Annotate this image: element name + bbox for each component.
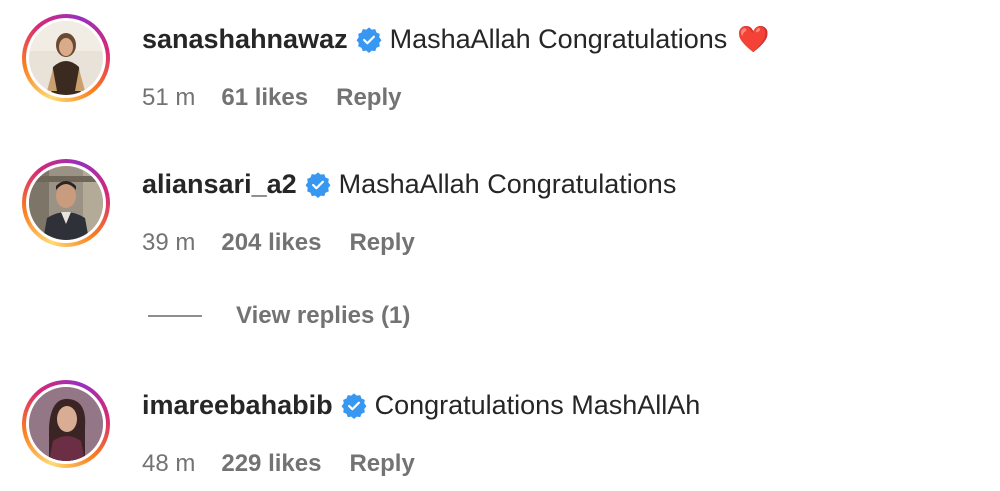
comment-meta: 51 m 61 likes Reply — [142, 84, 401, 112]
timestamp: 51 m — [142, 84, 196, 111]
view-replies-label: View replies (1) — [236, 302, 411, 329]
heart-emoji: ❤️ — [737, 24, 770, 54]
reply-button[interactable]: Reply — [349, 450, 414, 478]
comment-text: Congratulations MashAllAh — [374, 390, 701, 420]
username[interactable]: sanashahnawaz — [142, 24, 348, 55]
divider-line — [148, 315, 202, 317]
comment-meta: 39 m 204 likes Reply — [142, 229, 415, 257]
likes-count[interactable]: 61 likes — [221, 84, 308, 112]
reply-button[interactable]: Reply — [349, 229, 414, 257]
comment-main-line: sanashahnawaz MashaAllah Congratulations… — [142, 24, 770, 55]
comment-main-line: imareebahabib Congratulations MashAllAh — [142, 390, 700, 421]
reply-button[interactable]: Reply — [336, 84, 401, 112]
woman-portrait-avatar-icon — [29, 387, 103, 461]
verified-badge-icon — [356, 26, 382, 53]
likes-count[interactable]: 229 likes — [221, 450, 321, 478]
comment-text: MashaAllah Congratulations — [389, 24, 728, 54]
avatar-border — [26, 163, 106, 243]
timestamp: 48 m — [142, 450, 196, 477]
view-replies-button[interactable]: View replies (1) — [148, 302, 410, 330]
verified-badge-icon — [305, 171, 331, 198]
woman-portrait-avatar-icon — [29, 21, 103, 95]
comment-text: MashaAllah Congratulations — [338, 169, 677, 199]
username[interactable]: aliansari_a2 — [142, 169, 297, 200]
verified-badge-icon — [341, 392, 367, 419]
avatar[interactable] — [22, 159, 110, 247]
avatar[interactable] — [22, 14, 110, 102]
avatar-border — [26, 18, 106, 98]
comment-meta: 48 m 229 likes Reply — [142, 450, 415, 478]
timestamp: 39 m — [142, 229, 196, 256]
likes-count[interactable]: 204 likes — [221, 229, 321, 257]
comment-main-line: aliansari_a2 MashaAllah Congratulations — [142, 169, 676, 200]
username[interactable]: imareebahabib — [142, 390, 333, 421]
man-portrait-avatar-icon — [29, 166, 103, 240]
avatar-border — [26, 384, 106, 464]
avatar[interactable] — [22, 380, 110, 468]
